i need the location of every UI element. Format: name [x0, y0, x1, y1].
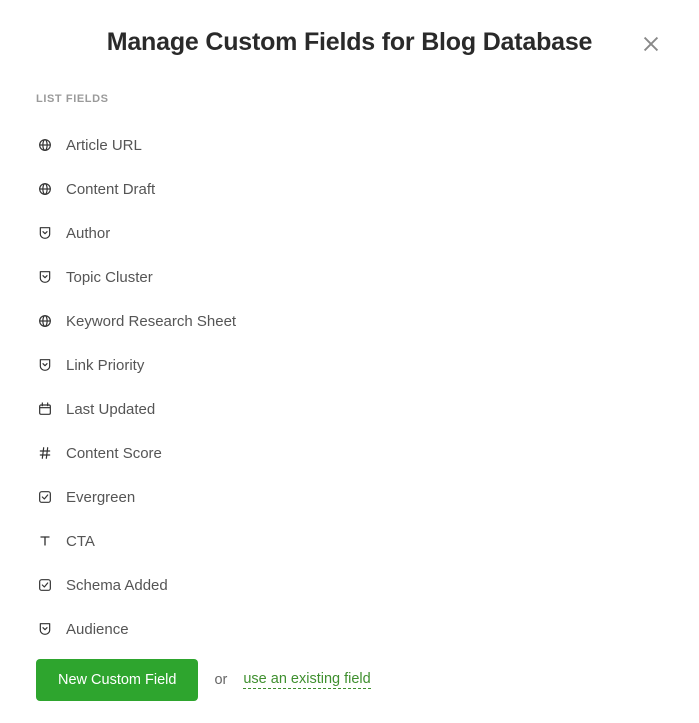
globe-icon [36, 180, 54, 198]
field-label: Content Draft [66, 181, 155, 198]
shield-dropdown-icon [36, 620, 54, 638]
field-item[interactable]: Schema Added [36, 563, 663, 607]
field-item[interactable]: Topic Cluster [36, 255, 663, 299]
field-label: Link Priority [66, 357, 144, 374]
calendar-icon [36, 400, 54, 418]
field-item[interactable]: Content Draft [36, 167, 663, 211]
field-label: Article URL [66, 137, 142, 154]
field-label: Content Score [66, 445, 162, 462]
dialog-title: Manage Custom Fields for Blog Database [107, 28, 593, 57]
close-button[interactable] [639, 32, 663, 56]
new-custom-field-button[interactable]: New Custom Field [36, 659, 198, 701]
field-label: CTA [66, 533, 95, 550]
dialog-header: Manage Custom Fields for Blog Database [36, 28, 663, 57]
field-item[interactable]: Evergreen [36, 475, 663, 519]
shield-dropdown-icon [36, 268, 54, 286]
text-icon [36, 532, 54, 550]
shield-dropdown-icon [36, 224, 54, 242]
field-item[interactable]: Article URL [36, 123, 663, 167]
field-label: Last Updated [66, 401, 155, 418]
field-label: Evergreen [66, 489, 135, 506]
field-item[interactable]: Content Score [36, 431, 663, 475]
use-existing-field-link[interactable]: use an existing field [243, 671, 370, 689]
field-list: Article URL Content Draft Author Topic C… [36, 123, 663, 651]
field-item[interactable]: Audience [36, 607, 663, 651]
field-item[interactable]: Keyword Research Sheet [36, 299, 663, 343]
shield-dropdown-icon [36, 356, 54, 374]
field-label: Topic Cluster [66, 269, 153, 286]
field-label: Keyword Research Sheet [66, 313, 236, 330]
field-item[interactable]: Author [36, 211, 663, 255]
field-label: Author [66, 225, 110, 242]
close-icon [640, 33, 662, 55]
dialog-footer: New Custom Field or use an existing fiel… [36, 659, 371, 701]
field-label: Audience [66, 621, 129, 638]
or-text: or [214, 672, 227, 688]
hash-icon [36, 444, 54, 462]
checkbox-icon [36, 488, 54, 506]
field-item[interactable]: CTA [36, 519, 663, 563]
field-label: Schema Added [66, 577, 168, 594]
globe-icon [36, 136, 54, 154]
checkbox-icon [36, 576, 54, 594]
field-item[interactable]: Link Priority [36, 343, 663, 387]
section-label: LIST FIELDS [36, 93, 663, 105]
globe-icon [36, 312, 54, 330]
field-item[interactable]: Last Updated [36, 387, 663, 431]
